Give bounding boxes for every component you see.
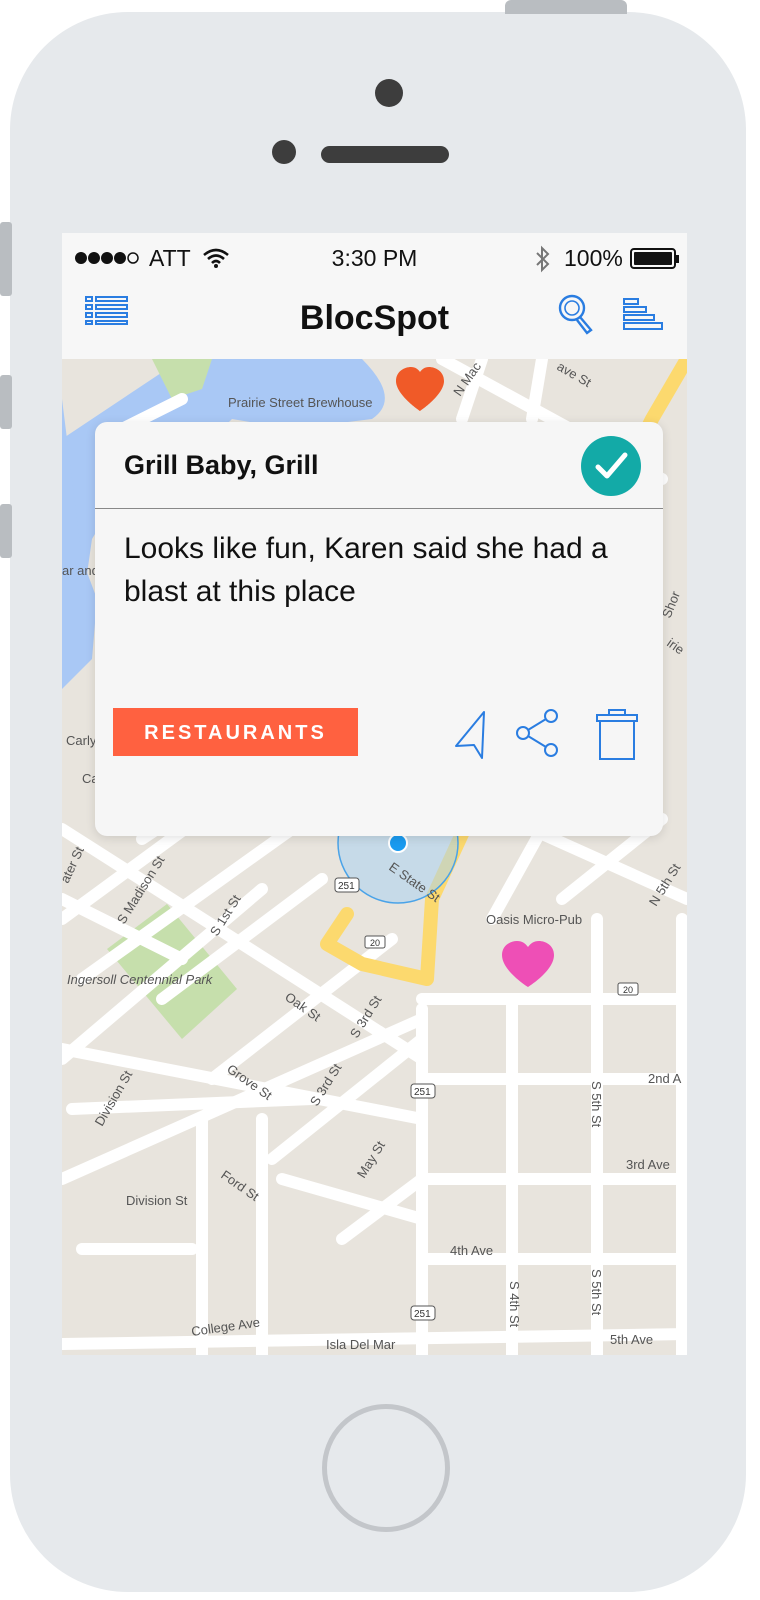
volume-down-button[interactable] [0, 504, 12, 558]
share-icon[interactable] [515, 708, 561, 758]
map-label: 5th Ave [610, 1332, 653, 1347]
map-label: 4th Ave [450, 1243, 493, 1258]
card-divider [95, 508, 663, 509]
place-note[interactable]: Looks like fun, Karen said she had a bla… [124, 527, 634, 613]
navigate-icon[interactable] [452, 708, 488, 760]
status-bar: ATT 3:30 PM 100% [62, 233, 687, 283]
route-label: 20 [370, 938, 380, 948]
bluetooth-icon [536, 245, 550, 273]
battery-percent: 100% [564, 245, 623, 271]
filter-bars-icon[interactable] [622, 297, 664, 333]
route-label: 251 [338, 881, 355, 892]
route-label: 20 [623, 985, 633, 995]
battery-icon [630, 248, 679, 269]
map-label: Division St [126, 1193, 188, 1208]
map-label: Ingersoll Centennial Park [67, 972, 214, 987]
map-label: S 5th St [589, 1081, 604, 1128]
power-button[interactable] [505, 0, 627, 14]
home-button[interactable] [322, 1404, 450, 1532]
mute-switch[interactable] [0, 222, 12, 296]
map-label: Prairie Street Brewhouse [228, 395, 373, 410]
route-label: 251 [414, 1309, 431, 1320]
map-label: 3rd Ave [626, 1157, 670, 1172]
navigation-bar: BlocSpot [62, 283, 687, 359]
search-icon[interactable] [557, 293, 595, 335]
trash-icon[interactable] [595, 708, 639, 762]
category-tag-button[interactable]: RESTAURANTS [113, 708, 358, 756]
map-label: S 5th St [589, 1269, 604, 1316]
map-label: Carly [66, 733, 97, 748]
place-detail-card[interactable]: Grill Baby, Grill Looks like fun, Karen … [95, 422, 663, 836]
current-location-dot [388, 833, 408, 853]
route-label: 251 [414, 1087, 431, 1098]
map-label: Isla Del Mar [326, 1337, 396, 1352]
map-label: S 4th St [507, 1281, 522, 1328]
proximity-sensor [272, 140, 296, 164]
earpiece-speaker [321, 146, 449, 163]
screen: ATT 3:30 PM 100% BlocSpot Prairie Street… [62, 233, 687, 1355]
front-camera [375, 79, 403, 107]
map-label: 2nd A [648, 1071, 682, 1086]
volume-up-button[interactable] [0, 375, 12, 429]
visited-check-icon[interactable] [581, 436, 641, 496]
map-label: Oasis Micro-Pub [486, 912, 582, 927]
place-name: Grill Baby, Grill [124, 450, 319, 480]
map-label: ar and [62, 563, 99, 578]
